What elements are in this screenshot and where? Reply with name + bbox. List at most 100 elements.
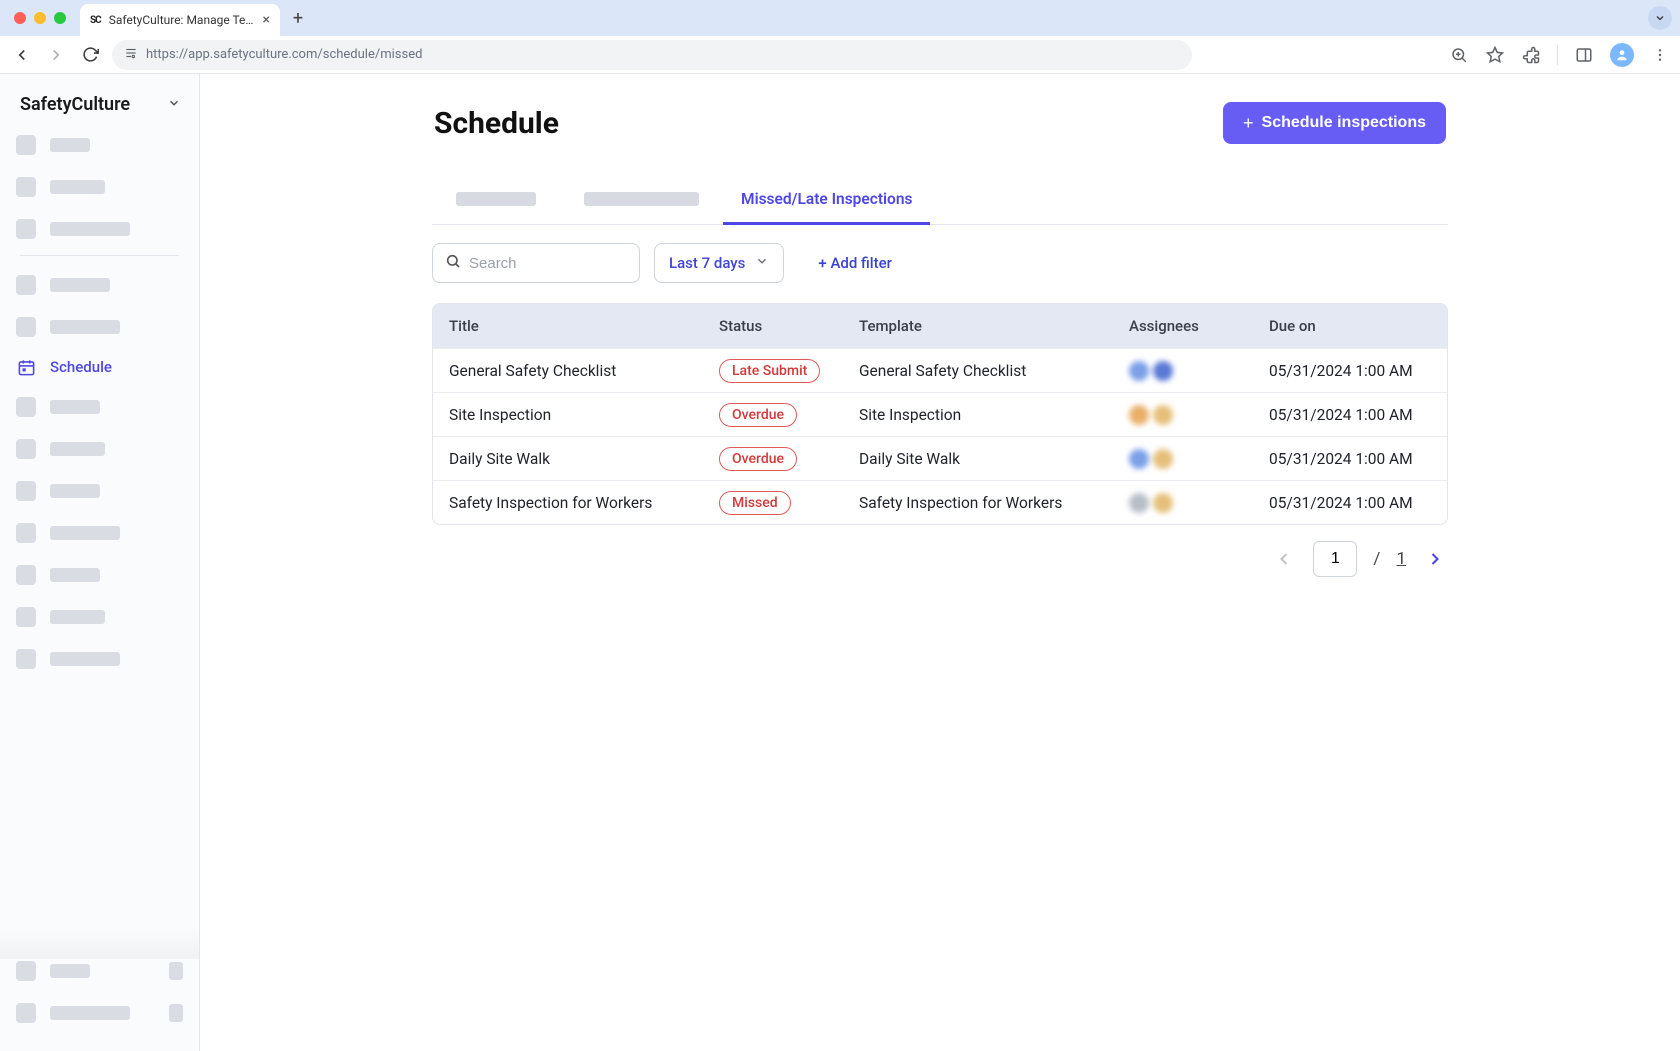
window-maximize-button[interactable] xyxy=(54,12,66,24)
sidebar-item-skeleton[interactable] xyxy=(16,133,183,157)
th-template[interactable]: Template xyxy=(859,304,1129,348)
cell-status: Overdue xyxy=(719,447,859,471)
search-input[interactable] xyxy=(469,255,627,272)
cell-assignees xyxy=(1129,493,1269,513)
date-range-filter[interactable]: Last 7 days xyxy=(654,243,784,283)
tab-close-icon[interactable]: × xyxy=(263,13,270,27)
table-row[interactable]: Daily Site WalkOverdueDaily Site Walk05/… xyxy=(433,436,1447,480)
assignee-avatar xyxy=(1153,449,1173,469)
sidebar-top-group xyxy=(0,129,199,245)
status-badge: Overdue xyxy=(719,403,797,427)
back-button[interactable] xyxy=(10,43,34,67)
calendar-icon xyxy=(16,357,36,377)
extensions-icon[interactable] xyxy=(1521,45,1541,65)
sidebar-main-group: Schedule xyxy=(0,255,199,675)
window-minimize-button[interactable] xyxy=(34,12,46,24)
sidebar-item-skeleton[interactable] xyxy=(16,605,183,629)
tab-skeleton[interactable] xyxy=(584,192,699,206)
site-settings-icon[interactable] xyxy=(124,46,138,63)
tab-skeleton[interactable] xyxy=(456,192,536,206)
sidebar-item-skeleton[interactable] xyxy=(16,647,183,671)
sidebar-item-skeleton[interactable] xyxy=(16,1001,183,1025)
table-row[interactable]: Site InspectionOverdueSite Inspection05/… xyxy=(433,392,1447,436)
page-next-button[interactable] xyxy=(1422,546,1448,572)
cell-assignees xyxy=(1129,405,1269,425)
sidebar-item-skeleton[interactable] xyxy=(16,273,183,297)
schedule-inspections-button[interactable]: + Schedule inspections xyxy=(1223,102,1446,144)
window-controls xyxy=(14,12,66,24)
primary-button-label: Schedule inspections xyxy=(1262,114,1426,132)
browser-tab-strip: SC SafetyCulture: Manage Teams and... × … xyxy=(0,0,1680,36)
cell-status: Late Submit xyxy=(719,359,859,383)
kebab-menu-icon[interactable] xyxy=(1650,45,1670,65)
cell-due: 05/31/2024 1:00 AM xyxy=(1269,362,1431,380)
search-icon xyxy=(445,253,461,273)
profile-avatar[interactable] xyxy=(1610,43,1634,67)
assignee-avatar xyxy=(1153,493,1173,513)
status-badge: Overdue xyxy=(719,447,797,471)
window-close-button[interactable] xyxy=(14,12,26,24)
sidebar-item-skeleton[interactable] xyxy=(16,217,183,241)
assignee-avatar xyxy=(1129,361,1149,381)
side-panel-icon[interactable] xyxy=(1574,45,1594,65)
inspections-table: Title Status Template Assignees Due on G… xyxy=(432,303,1448,525)
zoom-icon[interactable] xyxy=(1449,45,1469,65)
page-total[interactable]: 1 xyxy=(1396,549,1406,569)
cell-assignees xyxy=(1129,361,1269,381)
toolbar-separator xyxy=(1557,45,1558,65)
cell-template: General Safety Checklist xyxy=(859,362,1129,380)
cell-template: Daily Site Walk xyxy=(859,450,1129,468)
sidebar-item-skeleton[interactable] xyxy=(16,395,183,419)
add-filter-button[interactable]: + Add filter xyxy=(818,254,892,272)
sidebar-item-schedule[interactable]: Schedule xyxy=(16,357,183,377)
bookmark-icon[interactable] xyxy=(1485,45,1505,65)
sidebar-item-skeleton[interactable] xyxy=(16,479,183,503)
page-title: Schedule xyxy=(434,106,559,141)
sidebar-item-skeleton[interactable] xyxy=(16,315,183,339)
cell-title: Safety Inspection for Workers xyxy=(449,494,719,512)
reload-button[interactable] xyxy=(78,43,102,67)
brand-switcher[interactable]: SafetyCulture xyxy=(0,88,199,129)
sidebar-item-skeleton[interactable] xyxy=(16,175,183,199)
search-input-wrapper[interactable] xyxy=(432,243,640,283)
cell-template: Site Inspection xyxy=(859,406,1129,424)
chevron-down-icon xyxy=(167,96,181,114)
tab-missed-late[interactable]: Missed/Late Inspections xyxy=(723,178,930,225)
cell-due: 05/31/2024 1:00 AM xyxy=(1269,494,1431,512)
sidebar-item-skeleton[interactable] xyxy=(16,959,183,983)
browser-tab[interactable]: SC SafetyCulture: Manage Teams and... × xyxy=(80,4,280,36)
cell-due: 05/31/2024 1:00 AM xyxy=(1269,406,1431,424)
sidebar-item-skeleton[interactable] xyxy=(16,563,183,587)
cell-assignees xyxy=(1129,449,1269,469)
cell-status: Missed xyxy=(719,491,859,515)
tab-title: SafetyCulture: Manage Teams and... xyxy=(109,13,255,27)
new-tab-button[interactable]: + xyxy=(284,4,312,32)
forward-button[interactable] xyxy=(44,43,68,67)
table-header: Title Status Template Assignees Due on xyxy=(433,304,1447,348)
sidebar: SafetyCulture Schedule xyxy=(0,74,200,1051)
th-due-on[interactable]: Due on xyxy=(1269,304,1431,348)
address-bar[interactable]: https://app.safetyculture.com/schedule/m… xyxy=(112,40,1192,70)
pagination: / 1 xyxy=(432,541,1448,577)
tabs-overflow-button[interactable] xyxy=(1648,6,1672,30)
assignee-avatar xyxy=(1129,493,1149,513)
sidebar-item-skeleton[interactable] xyxy=(16,521,183,545)
page-prev-button[interactable] xyxy=(1271,546,1297,572)
sidebar-item-label: Schedule xyxy=(50,358,112,376)
page-input[interactable] xyxy=(1313,541,1357,577)
th-assignees[interactable]: Assignees xyxy=(1129,304,1269,348)
cell-title: Daily Site Walk xyxy=(449,450,719,468)
assignee-avatar xyxy=(1153,405,1173,425)
chevron-down-icon xyxy=(755,254,769,272)
th-title[interactable]: Title xyxy=(449,304,719,348)
table-row[interactable]: General Safety ChecklistLate SubmitGener… xyxy=(433,348,1447,392)
sidebar-item-skeleton[interactable] xyxy=(16,437,183,461)
cell-title: General Safety Checklist xyxy=(449,362,719,380)
th-status[interactable]: Status xyxy=(719,304,859,348)
assignee-avatar xyxy=(1129,449,1149,469)
table-row[interactable]: Safety Inspection for WorkersMissedSafet… xyxy=(433,480,1447,524)
status-badge: Missed xyxy=(719,491,791,515)
cell-title: Site Inspection xyxy=(449,406,719,424)
page-separator: / xyxy=(1373,549,1380,569)
tabs: Missed/Late Inspections xyxy=(432,178,1448,225)
